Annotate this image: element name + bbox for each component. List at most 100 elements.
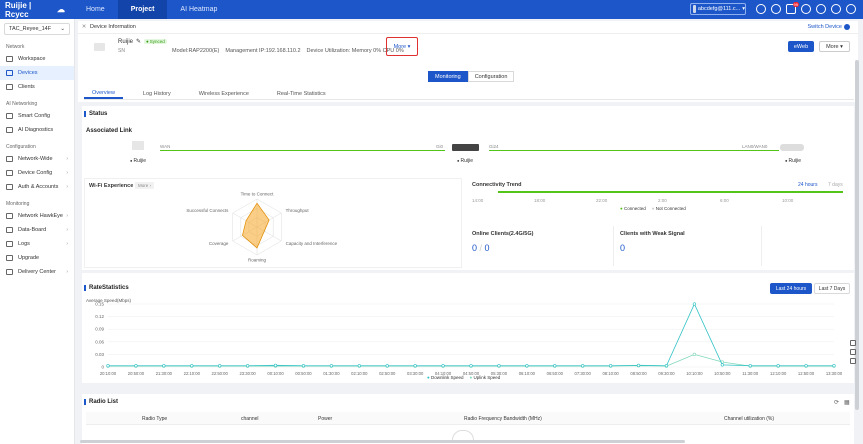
ai-icon[interactable] (850, 349, 856, 355)
chevron-right-icon: › (66, 241, 68, 247)
refresh-icon[interactable]: ⟳ (834, 399, 839, 406)
sidebar-item[interactable]: Logs › (0, 237, 74, 251)
sidebar-item[interactable]: Workspace (0, 52, 74, 66)
range-7-days[interactable]: 7 days (828, 182, 843, 188)
device-sn: SN (118, 48, 125, 54)
tab-wireless-experience[interactable]: Wireless Experience (191, 88, 257, 99)
switch-device-link[interactable]: Switch Device (807, 24, 850, 30)
sidebar-item[interactable]: Network HawkEye › (0, 209, 74, 223)
legend-not-connected: ● Not Connected (651, 206, 686, 211)
tab-log-history[interactable]: Log History (135, 88, 179, 99)
trend-legend: ● Connected ● Not Connected (620, 206, 686, 211)
downlink-point[interactable] (776, 364, 780, 368)
add-icon[interactable] (756, 4, 766, 14)
sidebar-item[interactable]: Auth & Accounts › (0, 180, 74, 194)
downlink-point[interactable] (385, 364, 389, 368)
project-selector[interactable]: TAC_Reyee_14F ⌄ (4, 23, 70, 35)
downlink-point[interactable] (720, 363, 724, 367)
uplink-point[interactable] (692, 352, 696, 357)
chat-icon[interactable] (850, 340, 856, 346)
sidebar-item[interactable]: Device Config › (0, 166, 74, 180)
settings-icon[interactable] (831, 4, 841, 14)
x-tick-label: 11:30:00 (742, 371, 759, 376)
nav-ai-heatmap[interactable]: AI Heatmap (167, 0, 230, 19)
downlink-point[interactable] (469, 364, 473, 368)
bell-icon[interactable] (801, 4, 811, 14)
sidebar-item[interactable]: Delivery Center › (0, 265, 74, 279)
sidebar-item[interactable]: Network-Wide › (0, 152, 74, 166)
sidebar-item-icon (6, 170, 13, 176)
range-24-hours[interactable]: 24 hours (798, 182, 817, 188)
edit-icon[interactable]: ✎ (136, 38, 141, 45)
link-device-name[interactable]: Ruijie (457, 158, 474, 164)
last-7-days-button[interactable]: Last 7 Days (814, 283, 850, 294)
downlink-point[interactable] (301, 364, 306, 368)
downlink-point[interactable] (441, 364, 445, 368)
legend-uplink[interactable]: ● Uplink Speed (470, 375, 501, 380)
x-tick-label: 10:50:00 (714, 371, 731, 376)
weak-signal-count[interactable]: 0 (620, 243, 625, 253)
close-icon[interactable]: ✕ (78, 24, 90, 30)
downlink-point[interactable] (664, 364, 669, 368)
radar-axis-label: Successful Connects (186, 208, 229, 213)
logo[interactable]: Ruijie | Rcycc ☁ (5, 1, 65, 19)
downlink-point[interactable] (748, 364, 752, 368)
downlink-point[interactable] (357, 364, 361, 368)
notification-icon[interactable]: 99 (786, 2, 799, 14)
sidebar-item[interactable]: Clients (0, 80, 74, 94)
legend-downlink[interactable]: ● Downlink Speed (427, 375, 464, 380)
sidebar-item[interactable]: Smart Config (0, 109, 74, 123)
user-icon[interactable] (846, 4, 856, 14)
downlink-point[interactable] (553, 364, 557, 368)
link-device-name[interactable]: Ruijie (130, 158, 147, 164)
tab-realtime-statistics[interactable]: Real-Time Statistics (269, 88, 334, 99)
downlink-point[interactable] (413, 364, 417, 368)
more-button[interactable]: More ▾ (819, 41, 850, 52)
nav-project[interactable]: Project (117, 0, 168, 19)
globe-icon[interactable] (816, 4, 826, 14)
chevron-down-icon: ▾ (840, 43, 843, 50)
radar-axis-label: Capacity and Interference (286, 241, 338, 246)
downlink-point[interactable] (190, 364, 194, 368)
last-24-hours-button[interactable]: Last 24 hours (770, 283, 812, 294)
downlink-point[interactable] (134, 364, 138, 368)
ap-device-image (780, 144, 804, 151)
downlink-point[interactable] (636, 363, 641, 367)
downlink-point[interactable] (218, 364, 222, 368)
tab-configuration[interactable]: Configuration (467, 71, 515, 82)
sidebar-item-icon (6, 113, 13, 119)
sidebar-item[interactable]: Devices (0, 66, 74, 80)
online-clients-5g[interactable]: 0 (485, 243, 490, 253)
downlink-point[interactable] (692, 302, 696, 306)
downlink-point[interactable] (273, 363, 278, 367)
tab-overview[interactable]: Overview (84, 88, 123, 99)
downlink-point[interactable] (581, 364, 585, 368)
horizontal-scrollbar[interactable] (80, 440, 685, 443)
search-icon[interactable] (771, 4, 781, 14)
link-device-name[interactable]: Ruijie (785, 158, 802, 164)
downlink-point[interactable] (832, 364, 836, 368)
downlink-point[interactable] (804, 364, 808, 368)
nav-home[interactable]: Home (73, 0, 118, 19)
downlink-point[interactable] (497, 364, 501, 368)
account-selector[interactable]: abcdefg@111.c... ▾ (690, 3, 746, 15)
downlink-point[interactable] (329, 364, 333, 368)
tab-monitoring[interactable]: Monitoring (428, 71, 468, 82)
col-channel: channel (241, 416, 259, 422)
sidebar-item[interactable]: Data-Board › (0, 223, 74, 237)
chevron-right-icon: › (66, 269, 68, 275)
eweb-button[interactable]: eWeb (788, 41, 814, 52)
downlink-point[interactable] (609, 364, 613, 368)
x-tick-label: 20:50:00 (128, 371, 145, 376)
downlink-point[interactable] (106, 364, 110, 368)
connectivity-trend-card: Connectivity Trend 24 hours 7 days 14:00… (468, 178, 852, 224)
downlink-point[interactable] (162, 364, 166, 368)
more-info-link[interactable]: More ▾ (386, 37, 418, 56)
grid-icon[interactable]: ▦ (844, 399, 850, 406)
sidebar-item[interactable]: Upgrade (0, 251, 74, 265)
sidebar-item[interactable]: AI Diagnostics (0, 123, 74, 137)
downlink-point[interactable] (525, 364, 529, 368)
document-icon[interactable] (850, 358, 856, 364)
sidebar-item-icon (6, 269, 13, 275)
downlink-point[interactable] (246, 364, 250, 368)
